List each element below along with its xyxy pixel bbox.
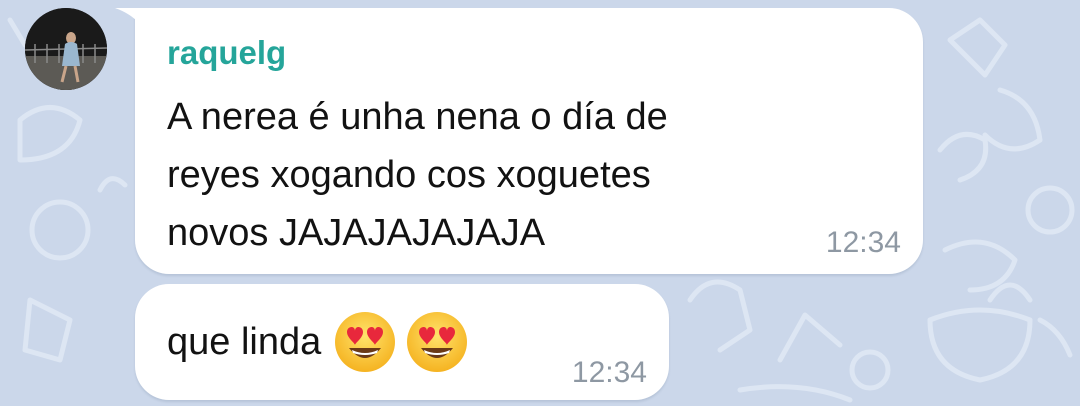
bubble-tail [115,8,149,42]
message-text: A nerea é unha nena o día de reyes xogan… [167,96,668,254]
heart-eyes-emoji [335,312,396,372]
sender-name[interactable]: raquelg [167,34,286,72]
avatar-photo [25,8,107,90]
message-text: que linda [167,320,322,363]
heart-eyes-emoji [407,312,468,372]
message-time: 12:34 [571,356,647,389]
message-bubble[interactable]: que linda 12:34 [135,284,669,400]
message-time: 12:34 [825,226,901,259]
avatar[interactable] [25,8,107,90]
message-bubble[interactable]: raquelg A nerea é unha nena o día de rey… [115,8,923,274]
